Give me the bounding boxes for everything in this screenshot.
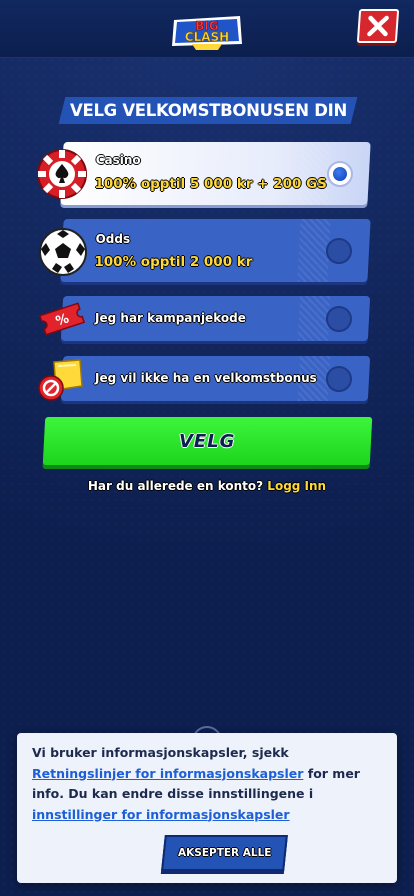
page-title-banner: VELG VELKOMSTBONUSEN DIN [58,97,358,124]
cookie-message: Vi bruker informasjonskapsler, sjekk Ret… [32,743,387,825]
option-detail: 100% opptil 5 000 kr + 200 GS [94,176,327,192]
logo-text-bottom: CLASH [185,30,229,44]
radio-promo-code[interactable] [325,306,352,332]
cookie-text-1: Vi bruker informasjonskapsler, sjekk [32,745,289,760]
accept-all-label: AKSEPTER ALLE [177,847,272,859]
poker-chip-icon [37,149,87,199]
page-title: VELG VELKOMSTBONUSEN DIN [69,101,347,120]
accept-all-button[interactable]: AKSEPTER ALLE [161,835,288,871]
top-bar: BIG CLASH [0,0,414,58]
bonus-option-casino[interactable]: Casino 100% opptil 5 000 kr + 200 GS [60,142,371,205]
option-label: Casino [95,153,141,167]
bonus-option-promo-code[interactable]: Jeg har kampanjekode [60,296,371,341]
big-clash-logo[interactable]: BIG CLASH [168,6,246,52]
close-icon [367,15,389,37]
close-button[interactable] [356,9,400,43]
cookie-settings-link[interactable]: innstillinger for informasjonskapsler [32,807,290,822]
no-bonus-icon [38,359,83,401]
bonus-option-no-bonus[interactable]: Jeg vil ikke ha en velkomstbonus [60,356,371,401]
promo-ticket-icon: % [38,302,86,336]
login-prompt: Har du allerede en konto? Logg Inn [0,479,414,493]
radio-odds[interactable] [325,238,352,264]
login-prompt-text: Har du allerede en konto? [87,479,264,493]
radio-no-bonus[interactable] [325,366,352,392]
velg-button[interactable]: VELG [42,417,373,465]
option-detail: 100% opptil 2 000 kr [94,254,253,270]
option-label: Jeg har kampanjekode [95,311,246,325]
option-label: Jeg vil ikke ha en velkomstbonus [95,371,317,385]
soccer-ball-icon [39,228,87,276]
bonus-option-odds[interactable]: Odds 100% opptil 2 000 kr [60,219,371,282]
login-link[interactable]: Logg Inn [267,479,326,493]
radio-casino[interactable] [326,161,353,187]
cookie-policy-link[interactable]: Retningslinjer for informasjonskapsler [32,766,303,781]
option-label: Odds [95,232,131,246]
cookie-banner: Vi bruker informasjonskapsler, sjekk Ret… [17,733,397,883]
velg-button-label: VELG [179,430,236,452]
